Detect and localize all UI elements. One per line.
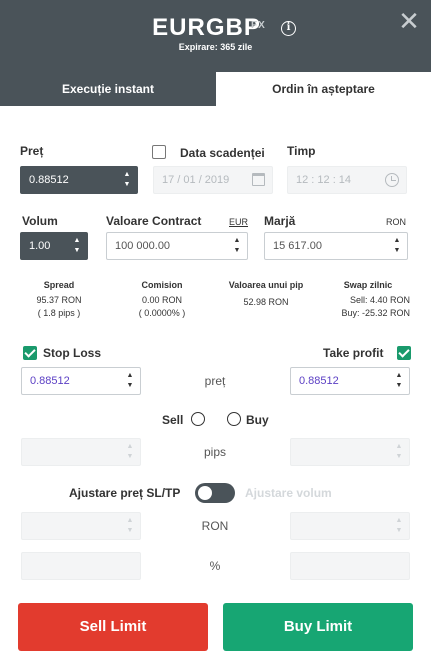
spread-info: Spread 95.37 RON ( 1.8 pips )	[20, 279, 98, 320]
time-input[interactable]: 12 : 12 : 14	[287, 166, 407, 194]
expiry-date-checkbox[interactable]	[152, 145, 166, 159]
stop-loss-stepper[interactable]: ▲ ▼	[126, 371, 134, 391]
swap-sell: Sell: 4.40 RON	[349, 295, 410, 305]
take-profit-ron-input[interactable]: ▲ ▼	[290, 512, 410, 540]
stop-loss-pips-input[interactable]: ▲ ▼	[21, 438, 141, 466]
date-value: 17 / 01 / 2019	[162, 174, 230, 186]
price-stepper[interactable]: ▲ ▼	[123, 170, 131, 190]
take-profit-price: 0.88512	[299, 375, 339, 387]
toggle-knob	[198, 486, 212, 500]
sell-radio[interactable]	[191, 412, 205, 426]
adjust-volume-label: Ajustare volum	[245, 486, 332, 500]
contract-value-label: Valoare Contract	[106, 214, 202, 228]
stop-loss-label: Stop Loss	[43, 346, 102, 360]
take-profit-label: Take profit	[323, 346, 384, 360]
price-label: Preț	[20, 144, 44, 158]
take-profit-stepper[interactable]: ▲ ▼	[395, 371, 403, 391]
margin-stepper[interactable]: ▲ ▼	[393, 236, 401, 256]
volume-label: Volum	[22, 214, 58, 228]
info-icon[interactable]: i	[281, 21, 296, 36]
buy-radio-label: Buy	[246, 413, 269, 427]
contract-stepper[interactable]: ▲ ▼	[233, 236, 241, 256]
stop-loss-ron-stepper[interactable]: ▲ ▼	[126, 516, 134, 536]
stop-loss-ron-input[interactable]: ▲ ▼	[21, 512, 141, 540]
contract-currency-link[interactable]: EUR	[229, 217, 248, 227]
contract-value-input[interactable]: 100 000.00 ▲ ▼	[106, 232, 248, 260]
margin-input[interactable]: 15 617.00 ▲ ▼	[264, 232, 408, 260]
close-icon[interactable]: ✕	[398, 8, 420, 34]
stop-loss-price-input[interactable]: 0.88512 ▲ ▼	[21, 367, 141, 395]
header: EURGBP FX i Expirare: 365 zile ✕	[0, 0, 431, 72]
buy-radio[interactable]	[227, 412, 241, 426]
pip-value-info: Valoarea unui pip 52.98 RON	[214, 279, 318, 309]
margin-value: 15 617.00	[273, 240, 322, 252]
swap-title: Swap zilnic	[343, 280, 393, 290]
take-profit-ron-stepper[interactable]: ▲ ▼	[395, 516, 403, 536]
take-profit-checkbox[interactable]	[397, 346, 411, 360]
commission-percent: ( 0.0000% )	[138, 308, 186, 318]
stop-loss-percent-input[interactable]	[21, 552, 141, 580]
clock-icon	[385, 173, 399, 187]
stop-loss-checkbox[interactable]	[23, 346, 37, 360]
expiry-date-label: Data scadenței	[180, 146, 265, 160]
adjust-price-label: Ajustare preț SL/TP	[69, 486, 181, 500]
pips-row-label: pips	[203, 445, 226, 459]
price-row-label: preț	[204, 374, 226, 388]
swap-info: Swap zilnic Sell: 4.40 RON Buy: -25.32 R…	[326, 279, 410, 320]
calendar-icon	[252, 173, 265, 186]
commission-value: 0.00 RON	[141, 295, 183, 305]
buy-limit-button[interactable]: Buy Limit	[223, 603, 413, 651]
price-input[interactable]: 0.88512 ▲ ▼	[20, 166, 138, 194]
percent-row-label: %	[209, 559, 221, 573]
time-label: Timp	[287, 144, 316, 158]
stop-loss-pips-stepper[interactable]: ▲ ▼	[126, 442, 134, 462]
pip-value-title: Valoarea unui pip	[228, 280, 304, 290]
volume-input[interactable]: 1.00 ▲ ▼	[20, 232, 88, 260]
volume-value: 1.00	[29, 240, 51, 252]
expiry-text: Expirare: 365 zile	[178, 42, 253, 52]
sell-radio-label: Sell	[162, 413, 184, 427]
spread-pips: ( 1.8 pips )	[37, 308, 81, 318]
volume-stepper[interactable]: ▲ ▼	[73, 236, 81, 256]
take-profit-pips-input[interactable]: ▲ ▼	[290, 438, 410, 466]
contract-value: 100 000.00	[115, 240, 171, 252]
pip-value: 52.98 RON	[243, 297, 289, 307]
take-profit-pips-stepper[interactable]: ▲ ▼	[395, 442, 403, 462]
margin-label: Marjă	[264, 214, 296, 228]
tab-pending-order[interactable]: Ordin în așteptare	[216, 72, 431, 106]
take-profit-percent-input[interactable]	[290, 552, 410, 580]
tab-instant-execution[interactable]: Execuție instant	[0, 72, 216, 106]
sell-limit-button[interactable]: Sell Limit	[18, 603, 208, 651]
stop-loss-price: 0.88512	[30, 375, 70, 387]
take-profit-price-input[interactable]: 0.88512 ▲ ▼	[290, 367, 410, 395]
swap-buy: Buy: -25.32 RON	[341, 308, 410, 318]
ron-row-label: RON	[201, 519, 229, 533]
commission-info: Comision 0.00 RON ( 0.0000% )	[122, 279, 202, 320]
price-value: 0.88512	[29, 174, 69, 186]
fx-badge: FX	[251, 20, 266, 31]
time-value: 12 : 12 : 14	[296, 174, 352, 186]
expiry-date-input[interactable]: 17 / 01 / 2019	[153, 166, 273, 194]
spread-value: 95.37 RON	[36, 295, 82, 305]
symbol-title: EURGBP	[152, 14, 261, 41]
commission-title: Comision	[141, 280, 183, 290]
spread-title: Spread	[43, 280, 75, 290]
adjust-mode-toggle[interactable]	[195, 483, 235, 503]
margin-currency: RON	[386, 217, 406, 227]
